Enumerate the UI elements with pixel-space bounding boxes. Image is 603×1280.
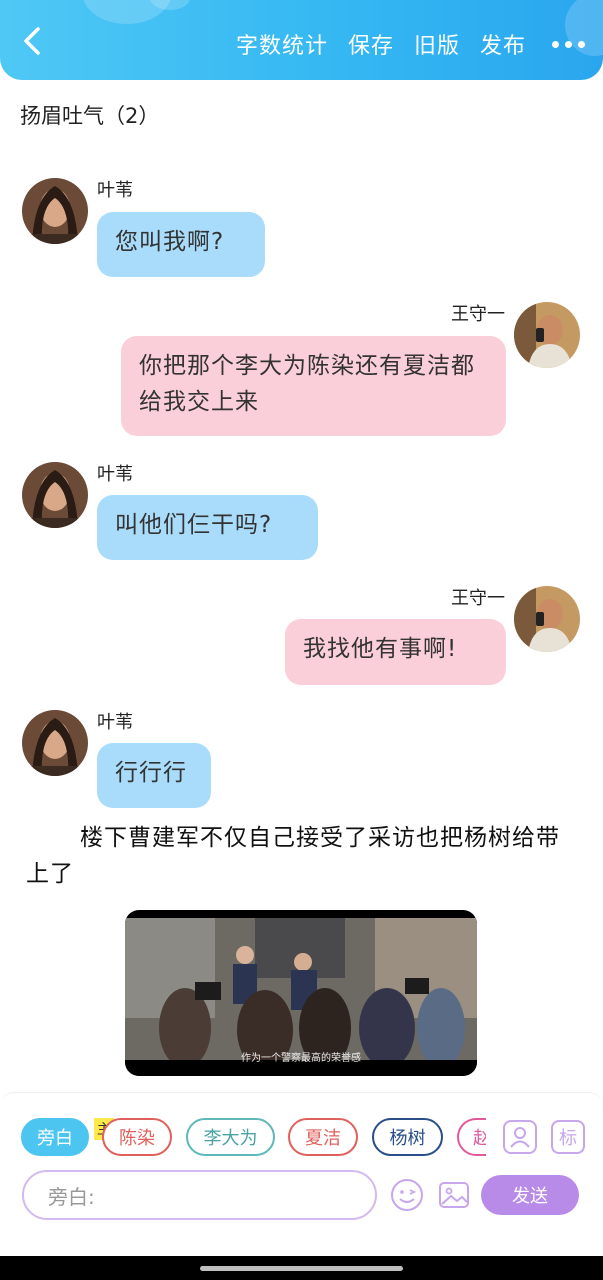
video-thumbnail[interactable]: 作为一个警察最高的荣誉感 xyxy=(125,910,477,1076)
avatar-yewei[interactable] xyxy=(22,178,88,244)
narration-text[interactable]: 楼下曹建军不仅自己接受了采访也把杨树给带上了 xyxy=(26,820,576,892)
avatar-yewei[interactable] xyxy=(22,710,88,776)
publish-button[interactable]: 发布 xyxy=(480,28,526,60)
more-options-icon[interactable] xyxy=(552,40,585,48)
home-indicator[interactable] xyxy=(200,1266,403,1271)
top-bar: 字数统计 保存 旧版 发布 xyxy=(0,0,603,80)
message-input[interactable]: 旁白: xyxy=(22,1170,377,1220)
character-chip-xiajie[interactable]: 夏洁 xyxy=(288,1118,358,1156)
back-arrow-icon xyxy=(24,27,40,55)
word-count-button[interactable]: 字数统计 xyxy=(236,28,328,60)
chapter-title[interactable]: 扬眉吐气（2） xyxy=(20,100,159,130)
avatar-wangshouyi[interactable] xyxy=(514,302,580,368)
emoji-icon[interactable] xyxy=(390,1178,424,1212)
character-chip-yangshu[interactable]: 杨树 xyxy=(372,1118,443,1156)
speaker-name: 王守一 xyxy=(451,304,505,325)
send-button[interactable]: 发送 xyxy=(481,1175,579,1215)
save-button[interactable]: 保存 xyxy=(348,28,394,60)
message-bubble[interactable]: 您叫我啊? xyxy=(97,212,265,277)
message-bubble[interactable]: 行行行 xyxy=(97,743,211,808)
speaker-name: 王守一 xyxy=(451,588,505,609)
character-chip-chenran[interactable]: 陈染 xyxy=(102,1118,172,1156)
profile-card-icon[interactable] xyxy=(503,1120,537,1154)
avatar-wangshouyi[interactable] xyxy=(514,586,580,652)
speaker-name: 叶苇 xyxy=(97,180,133,201)
old-version-button[interactable]: 旧版 xyxy=(414,28,460,60)
video-subtitle: 作为一个警察最高的荣誉感 xyxy=(241,1053,361,1064)
character-chip-narrator[interactable]: 旁白 xyxy=(21,1118,89,1156)
character-chip-lidawei[interactable]: 李大为 xyxy=(186,1118,275,1156)
back-button[interactable] xyxy=(18,26,48,56)
mark-label: 标 xyxy=(559,1128,577,1149)
mark-icon[interactable]: 标 xyxy=(551,1120,585,1154)
header-menu: 字数统计 保存 旧版 发布 xyxy=(216,28,585,60)
image-upload-icon[interactable] xyxy=(437,1178,471,1212)
avatar-yewei[interactable] xyxy=(22,462,88,528)
message-bubble[interactable]: 你把那个李大为陈染还有夏洁都给我交上来 xyxy=(121,336,506,436)
speaker-name: 叶苇 xyxy=(97,712,133,733)
message-bubble[interactable]: 叫他们仨干吗? xyxy=(97,495,318,560)
message-bubble[interactable]: 我找他有事啊! xyxy=(285,619,506,685)
speaker-name: 叶苇 xyxy=(97,464,133,485)
